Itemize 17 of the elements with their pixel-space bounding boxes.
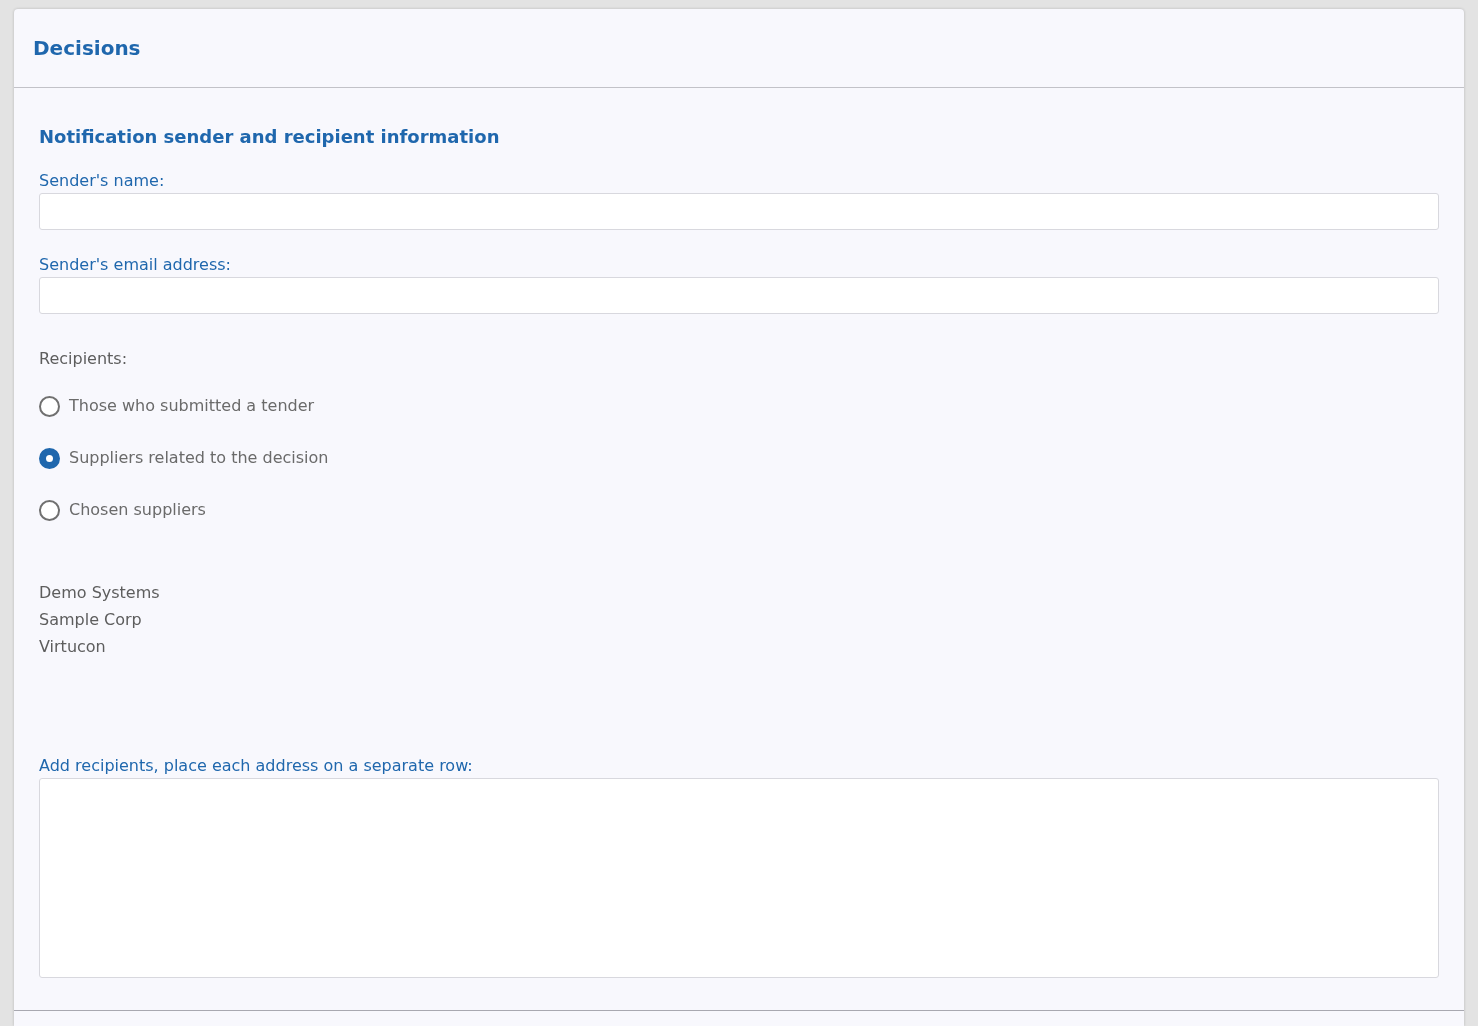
field-label: Add recipients, place each address on a separate row: — [39, 756, 474, 775]
radio-option[interactable]: Suppliers related to the decision — [39, 447, 1439, 469]
radio-option[interactable]: Those who submitted a tender — [39, 395, 1439, 417]
radio-icon[interactable] — [39, 447, 60, 469]
input-field[interactable] — [39, 193, 1439, 230]
section-heading: Notification sender and recipient information — [39, 126, 501, 147]
input-field[interactable] — [39, 277, 1439, 314]
radio-icon[interactable] — [39, 499, 60, 521]
panel-title: Decisions — [33, 36, 141, 60]
supplier-name: Sample Corp — [39, 609, 143, 631]
supplier-name: Demo Systems — [39, 582, 161, 604]
supplier-name: Virtucon — [39, 636, 107, 658]
field-label: Sender's email address: — [39, 255, 232, 274]
field-label: Sender's name: — [39, 171, 166, 190]
radio-icon[interactable] — [39, 395, 60, 417]
recipients-label: Recipients: — [39, 349, 129, 368]
radio-option[interactable]: Chosen suppliers — [39, 499, 1439, 521]
